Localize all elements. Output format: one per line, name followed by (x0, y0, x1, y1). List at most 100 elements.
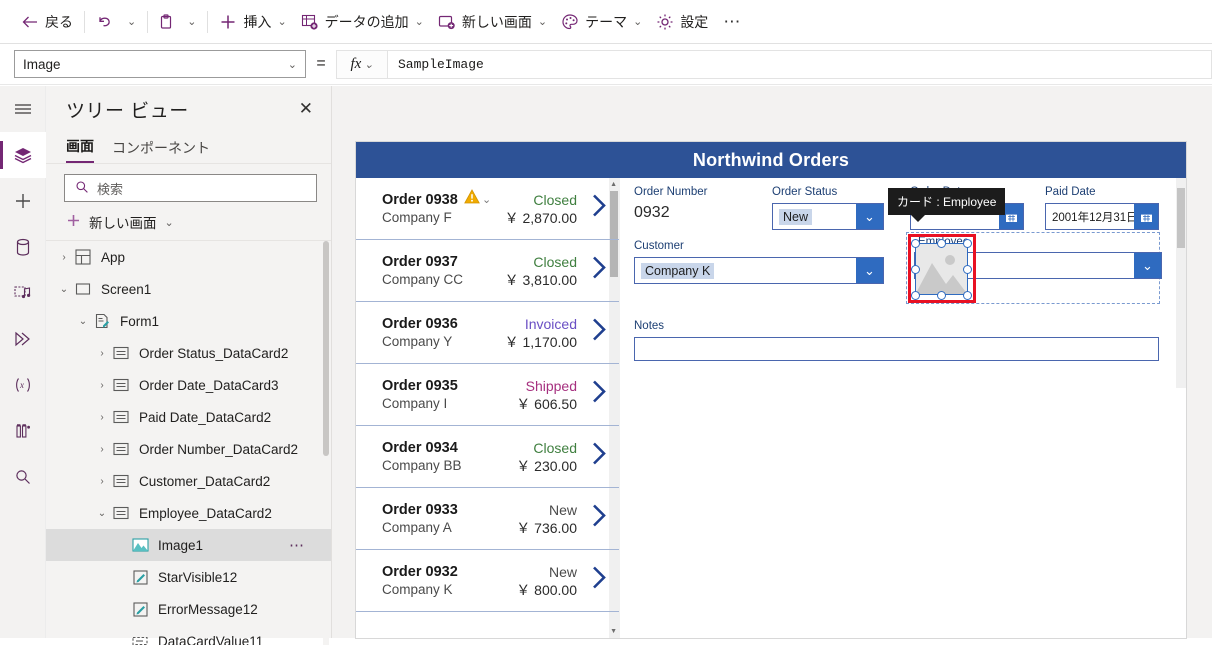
chevron-right-icon[interactable]: › (94, 380, 110, 391)
form-scrollbar-thumb[interactable] (1177, 188, 1185, 248)
gallery-row[interactable]: Order 0932Company KNew￥ 800.00 (356, 550, 619, 612)
search-icon[interactable] (0, 454, 46, 500)
app-checker-icon[interactable] (0, 408, 46, 454)
fx-button[interactable]: fx ⌄ (336, 50, 388, 79)
add-data-button[interactable]: データの追加 ⌄ (294, 6, 431, 38)
new-screen-button[interactable]: 新しい画面 ⌄ (431, 6, 554, 38)
tree-node-employee-datacard2[interactable]: ⌄Employee_DataCard2 (46, 497, 331, 529)
overflow-menu-button[interactable]: ⋯ (715, 6, 749, 38)
tree-view-tabs: 画面 コンポーネント (46, 132, 331, 164)
divider (84, 11, 85, 33)
tree-node-form1[interactable]: ⌄ Form1 (46, 305, 331, 337)
company-name: Company I (382, 395, 500, 413)
gallery-row[interactable]: Order 0936Company YInvoiced￥ 1,170.00 (356, 302, 619, 364)
resize-handle-w[interactable] (911, 265, 920, 274)
order-number-value: 0932 (634, 204, 764, 222)
orders-gallery[interactable]: ▲ ▼ Order 0938Company FClosed￥ 2,870.00⌄… (356, 178, 620, 638)
gallery-row[interactable]: Order 0933Company ANew￥ 736.00 (356, 488, 619, 550)
resize-handle-se[interactable] (963, 291, 972, 300)
order-id: Order 0934 (382, 439, 500, 457)
customer-card[interactable]: Customer Company K ⌄ (634, 240, 884, 284)
tree-node-label: Form1 (120, 314, 159, 329)
chevron-down-icon[interactable]: ⌄ (856, 204, 883, 229)
chevron-right-icon[interactable] (589, 502, 609, 535)
chevron-down-icon[interactable]: ⌄ (94, 508, 110, 519)
insert-button[interactable]: 挿入 ⌄ (212, 6, 293, 38)
formula-input[interactable]: SampleImage (388, 50, 1212, 79)
chevron-right-icon[interactable] (589, 564, 609, 597)
media-icon[interactable] (0, 270, 46, 316)
paste-dropdown-button[interactable]: ⌄ (180, 6, 203, 38)
tree-node-errormessage12[interactable]: ErrorMessage12 (46, 593, 331, 625)
chevron-right-icon[interactable]: › (56, 252, 72, 263)
order-amount: ￥ 3,810.00 (500, 271, 577, 289)
chevron-right-icon[interactable] (589, 378, 609, 411)
tree-node-customer-datacard2[interactable]: ›Customer_DataCard2 (46, 465, 331, 497)
order-status-dropdown[interactable]: New ⌄ (772, 203, 884, 230)
chevron-right-icon[interactable] (589, 440, 609, 473)
resize-handle-ne[interactable] (963, 239, 972, 248)
new-screen-button[interactable]: 新しい画面 ⌄ (46, 206, 331, 241)
resize-handle-n[interactable] (937, 239, 946, 248)
close-icon[interactable]: ✕ (293, 97, 319, 121)
notes-card[interactable]: Notes (634, 320, 1159, 361)
tab-screens[interactable]: 画面 (66, 136, 94, 163)
chevron-down-icon[interactable]: ⌄ (75, 316, 91, 327)
hamburger-menu-icon[interactable] (0, 86, 46, 132)
order-status-card[interactable]: Order Status New ⌄ (772, 186, 884, 230)
search-input[interactable]: 検索 (64, 174, 317, 202)
resize-handle-nw[interactable] (911, 239, 920, 248)
insert-icon[interactable] (0, 178, 46, 224)
tree-node-datacardvalue11[interactable]: DataCardValue11 (46, 625, 331, 645)
tree-node-overflow-button[interactable]: ⋯ (289, 536, 305, 554)
datacard-icon (110, 410, 132, 424)
variables-icon[interactable]: x (0, 362, 46, 408)
chevron-down-icon[interactable]: ⌄ (56, 284, 72, 295)
tree-node-paid-date-datacard2[interactable]: ›Paid Date_DataCard2 (46, 401, 331, 433)
tree-node-order-date-datacard3[interactable]: ›Order Date_DataCard3 (46, 369, 331, 401)
tab-components[interactable]: コンポーネント (112, 138, 210, 163)
back-button[interactable]: 戻る (14, 6, 80, 38)
resize-handle-e[interactable] (963, 265, 972, 274)
gallery-row[interactable]: Order 0938Company FClosed￥ 2,870.00⌄ (356, 178, 619, 240)
paid-date-input[interactable]: 2001年12月31日 (1045, 203, 1159, 230)
chevron-right-icon[interactable]: › (94, 444, 110, 455)
gallery-row[interactable]: Order 0937Company CCClosed￥ 3,810.00 (356, 240, 619, 302)
gallery-row[interactable]: Order 0934Company BBClosed￥ 230.00 (356, 426, 619, 488)
tree-node-order-status-datacard2[interactable]: ›Order Status_DataCard2 (46, 337, 331, 369)
gallery-row[interactable]: Order 0935Company IShipped￥ 606.50 (356, 364, 619, 426)
tree-node-image1[interactable]: Image1⋯ (46, 529, 331, 561)
theme-button[interactable]: テーマ ⌄ (554, 6, 649, 38)
resize-handle-s[interactable] (937, 291, 946, 300)
resize-handle-sw[interactable] (911, 291, 920, 300)
chevron-down-icon[interactable]: ⌄ (856, 258, 883, 283)
power-automate-icon[interactable] (0, 316, 46, 362)
property-selector[interactable]: Image ⌄ (14, 50, 306, 78)
settings-button[interactable]: 設定 (649, 6, 715, 38)
undo-button[interactable] (89, 6, 120, 38)
chevron-right-icon[interactable]: › (94, 476, 110, 487)
calendar-icon[interactable] (1134, 204, 1158, 229)
tree-view-icon[interactable] (0, 132, 46, 178)
undo-dropdown-button[interactable]: ⌄ (120, 6, 143, 38)
tree-node-order-number-datacard2[interactable]: ›Order Number_DataCard2 (46, 433, 331, 465)
chevron-right-icon[interactable]: › (94, 348, 110, 359)
database-icon[interactable] (0, 224, 46, 270)
tree-node-app[interactable]: ›App (46, 241, 331, 273)
notes-input[interactable] (634, 337, 1159, 361)
tree-node-starvisible12[interactable]: StarVisible12 (46, 561, 331, 593)
chevron-right-icon[interactable] (589, 316, 609, 349)
chevron-down-icon[interactable]: ⌄ (1134, 253, 1161, 278)
tree-node-screen1[interactable]: ⌄ Screen1 (46, 273, 331, 305)
chevron-right-icon[interactable] (589, 192, 609, 225)
paste-button[interactable] (152, 6, 180, 38)
chevron-down-icon[interactable]: ⌄ (482, 193, 491, 206)
warning-indicator[interactable]: ⌄ (464, 189, 491, 209)
chevron-right-icon[interactable] (589, 254, 609, 287)
order-number-card[interactable]: Order Number 0932 (634, 186, 764, 222)
paid-date-card[interactable]: Paid Date 2001年12月31日 (1045, 186, 1159, 230)
tree-node-label: Screen1 (101, 282, 151, 297)
gallery-scroll-down-icon[interactable]: ▼ (610, 628, 617, 635)
customer-dropdown[interactable]: Company K ⌄ (634, 257, 884, 284)
chevron-right-icon[interactable]: › (94, 412, 110, 423)
